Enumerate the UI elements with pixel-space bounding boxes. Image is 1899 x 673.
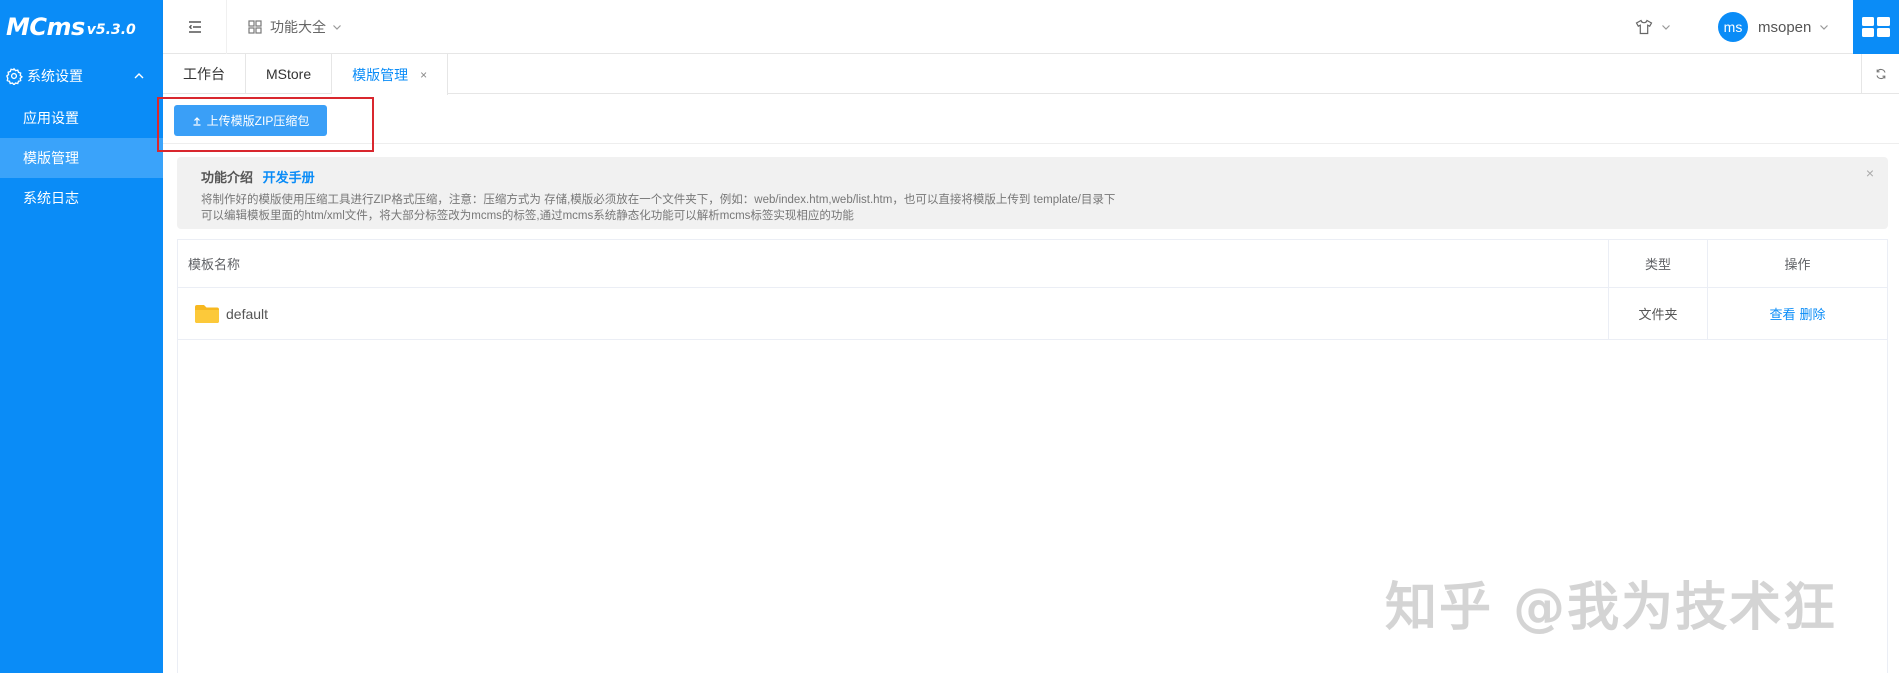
info-title: 功能介绍	[201, 170, 254, 185]
menu-icon	[188, 21, 201, 33]
tab-label: MStore	[266, 66, 312, 82]
sidebar-item-label: 系统日志	[23, 190, 79, 206]
tab-mstore[interactable]: MStore	[246, 54, 333, 94]
template-name: default	[226, 305, 269, 322]
toolbar: 上传模版ZIP压缩包	[163, 94, 1899, 144]
page-tabs: 工作台 MStore 模版管理 ×	[163, 54, 1899, 95]
cell-name[interactable]: default	[178, 288, 1609, 339]
cell-actions: 查看 删除	[1708, 288, 1887, 339]
sidebar-item-system-log[interactable]: 系统日志	[0, 178, 163, 218]
app-logo[interactable]: MCms v5.3.0	[0, 0, 163, 54]
sidebar-group-system-settings[interactable]: 系统设置	[0, 54, 163, 98]
apps-icon	[1862, 17, 1890, 37]
info-alert: 功能介绍 开发手册 将制作好的模版使用压缩工具进行ZIP格式压缩，注意：压缩方式…	[177, 157, 1888, 229]
refresh-button[interactable]	[1861, 54, 1899, 94]
theme-dropdown[interactable]	[1635, 0, 1671, 54]
apps-button[interactable]	[1853, 0, 1899, 54]
chevron-down-icon	[1820, 25, 1829, 30]
logo-name: MCms	[6, 13, 85, 41]
sidebar-group-label: 系统设置	[27, 68, 83, 84]
grid-icon	[248, 20, 262, 34]
column-header-op: 操作	[1784, 257, 1811, 272]
tab-label: 模版管理	[352, 66, 409, 83]
table-header: 模板名称 类型 操作	[178, 240, 1887, 288]
delete-link[interactable]: 删除	[1800, 304, 1826, 323]
info-line-2: 可以编辑模板里面的htm/xml文件，将大部分标签改为mcms的标签,通过mcm…	[201, 210, 854, 222]
logo-version: v5.3.0	[86, 22, 136, 38]
menu-toggle-button[interactable]	[163, 0, 227, 54]
sidebar-item-label: 应用设置	[23, 110, 79, 126]
sidebar-item-template-management[interactable]: 模版管理	[0, 138, 163, 178]
close-alert-icon[interactable]: ×	[1866, 165, 1874, 181]
cell-type: 文件夹	[1609, 288, 1708, 339]
view-link[interactable]: 查看	[1769, 304, 1795, 323]
info-title-row: 功能介绍 开发手册	[201, 167, 1864, 186]
close-tab-icon[interactable]: ×	[420, 68, 427, 82]
gear-icon	[6, 67, 23, 85]
folder-icon	[195, 304, 219, 323]
tab-label: 工作台	[183, 66, 225, 82]
avatar: ms	[1718, 12, 1748, 42]
tab-workbench[interactable]: 工作台	[163, 54, 246, 94]
dev-manual-link[interactable]: 开发手册	[263, 170, 315, 185]
sidebar: MCms v5.3.0 系统设置 应用设置 模版管理 系统日志	[0, 0, 163, 673]
chevron-down-icon	[333, 25, 341, 30]
refresh-icon	[1875, 68, 1886, 80]
top-header: 功能大全 ms msopen	[163, 0, 1899, 54]
column-header-name: 模板名称	[178, 240, 1609, 287]
chevron-down-icon	[1662, 25, 1670, 30]
shirt-icon	[1635, 19, 1653, 35]
info-line-1: 将制作好的模版使用压缩工具进行ZIP格式压缩，注意：压缩方式为 存储,模版必须放…	[201, 194, 1116, 206]
table-row: default 文件夹 查看 删除	[178, 288, 1887, 340]
user-menu[interactable]: ms msopen	[1718, 0, 1829, 54]
watermark: 知乎 @我为技术狂	[1385, 578, 1838, 638]
chevron-up-icon	[134, 73, 144, 79]
sidebar-item-label: 模版管理	[23, 150, 79, 166]
sidebar-item-app-settings[interactable]: 应用设置	[0, 98, 163, 138]
annotation-highlight-box	[157, 97, 374, 152]
username: msopen	[1758, 18, 1812, 36]
column-header-type: 类型	[1609, 240, 1708, 287]
tab-template-management[interactable]: 模版管理 ×	[332, 54, 449, 95]
function-menu-dropdown[interactable]: 功能大全	[248, 0, 350, 54]
function-menu-label: 功能大全	[270, 19, 326, 35]
